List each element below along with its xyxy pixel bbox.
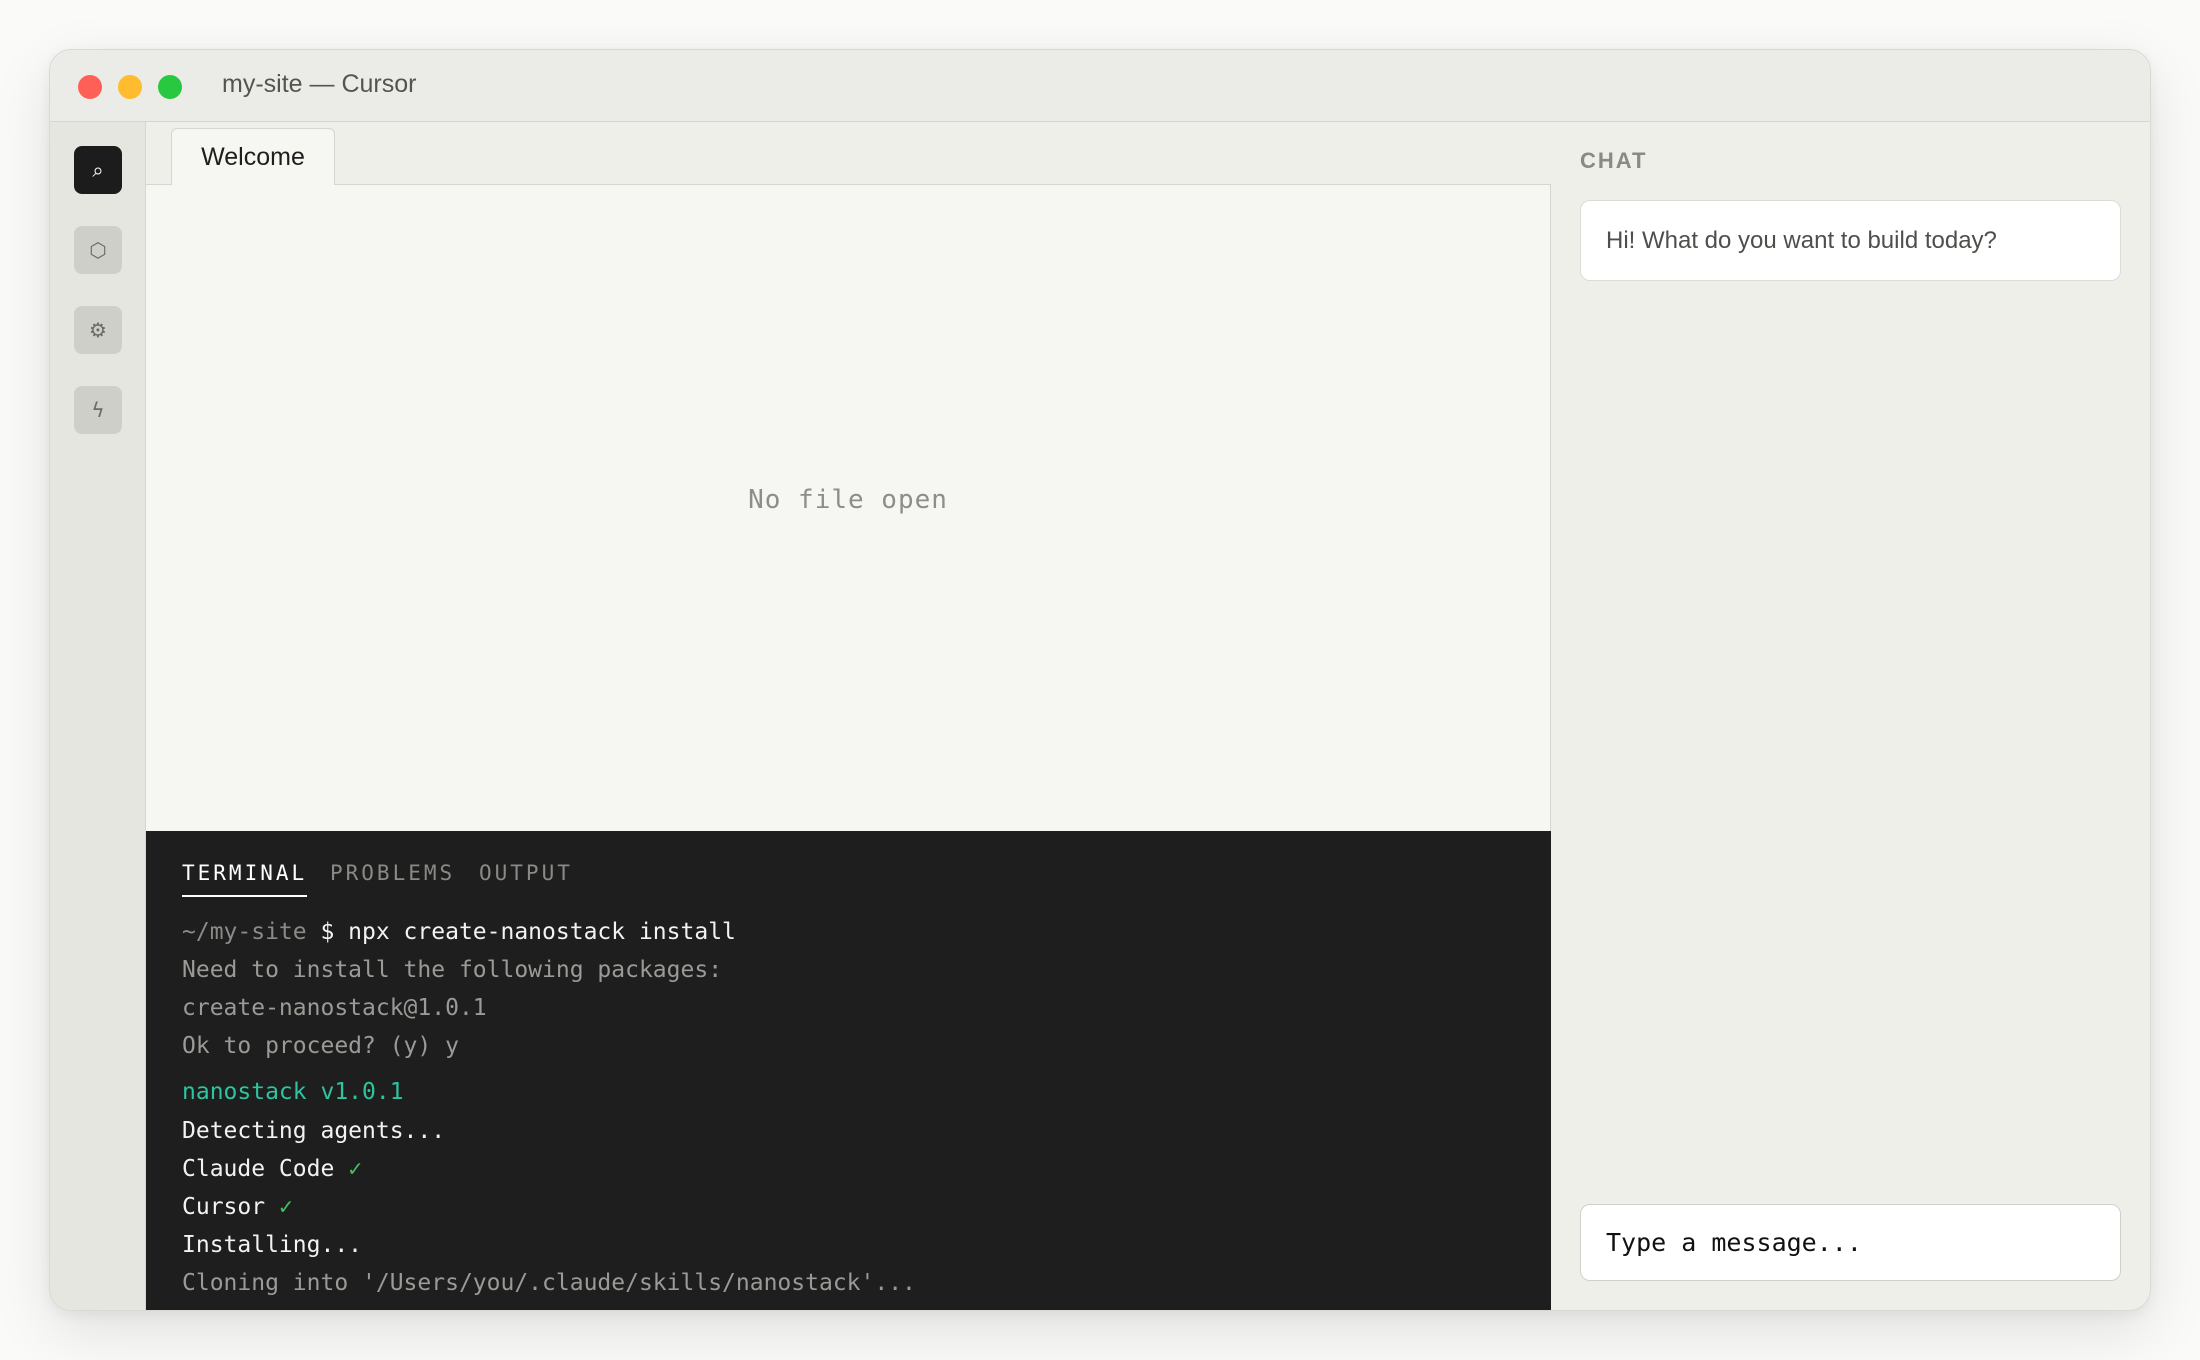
tab-terminal[interactable]: TERMINAL <box>182 861 308 897</box>
zoom-window-button[interactable] <box>158 75 182 99</box>
terminal-version-line: nanostack v1.0.1 <box>182 1079 404 1105</box>
terminal-line: Ok to proceed? (y) y <box>182 1033 459 1059</box>
bottom-panel: TERMINAL PROBLEMS OUTPUT ~/my-site $ npx… <box>146 831 1551 1310</box>
close-window-button[interactable] <box>78 75 102 99</box>
minimize-window-button[interactable] <box>118 75 142 99</box>
terminal-line: create-nanostack@1.0.1 <box>182 995 487 1021</box>
terminal-command-line: ~/my-site $ npx create-nanostack install <box>182 919 736 945</box>
agent-name: Cursor <box>182 1194 266 1220</box>
editor-body[interactable]: No file open <box>146 185 1551 831</box>
activity-bar: ⌕ ⬡ ⚙ ϟ <box>50 122 146 1310</box>
terminal-line: Need to install the following packages: <box>182 957 723 983</box>
editor-tab-bar: Welcome <box>146 122 1551 186</box>
tab-problems[interactable]: PROBLEMS <box>330 861 455 895</box>
chat-panel: CHAT Hi! What do you want to build today… <box>1551 122 2150 1310</box>
agent-name: Claude Code <box>182 1156 335 1182</box>
check-icon: ✓ <box>278 1194 293 1220</box>
terminal-agent-line: Cursor ✓ <box>182 1194 293 1220</box>
check-icon: ✓ <box>348 1156 363 1182</box>
chat-message-input[interactable] <box>1580 1204 2121 1281</box>
hexagon-icon[interactable]: ⬡ <box>74 226 122 274</box>
app-window: my-site — Cursor ⌕ ⬡ ⚙ ϟ Welcome No file… <box>49 49 2151 1311</box>
gear-icon[interactable]: ⚙ <box>74 306 122 354</box>
tab-welcome[interactable]: Welcome <box>171 128 335 186</box>
editor-area: Welcome No file open TERMINAL PROBLEMS O… <box>146 122 1551 1310</box>
terminal-prompt-path: ~/my-site <box>182 919 307 945</box>
terminal-line: Cloning into '/Users/you/.claude/skills/… <box>182 1270 916 1296</box>
terminal-agent-line: Claude Code ✓ <box>182 1156 362 1182</box>
empty-editor-message: No file open <box>748 485 948 515</box>
terminal-line: Detecting agents... <box>182 1118 446 1144</box>
terminal-line: Installing... <box>182 1232 363 1258</box>
tab-output[interactable]: OUTPUT <box>479 861 573 895</box>
chat-heading: CHAT <box>1580 148 1648 173</box>
title-bar: my-site — Cursor <box>50 50 2150 122</box>
window-title: my-site — Cursor <box>222 70 417 98</box>
terminal-command: $ npx create-nanostack install <box>306 919 736 945</box>
search-icon[interactable]: ⌕ <box>74 146 122 194</box>
bolt-icon[interactable]: ϟ <box>74 386 122 434</box>
chat-message: Hi! What do you want to build today? <box>1580 200 2121 281</box>
